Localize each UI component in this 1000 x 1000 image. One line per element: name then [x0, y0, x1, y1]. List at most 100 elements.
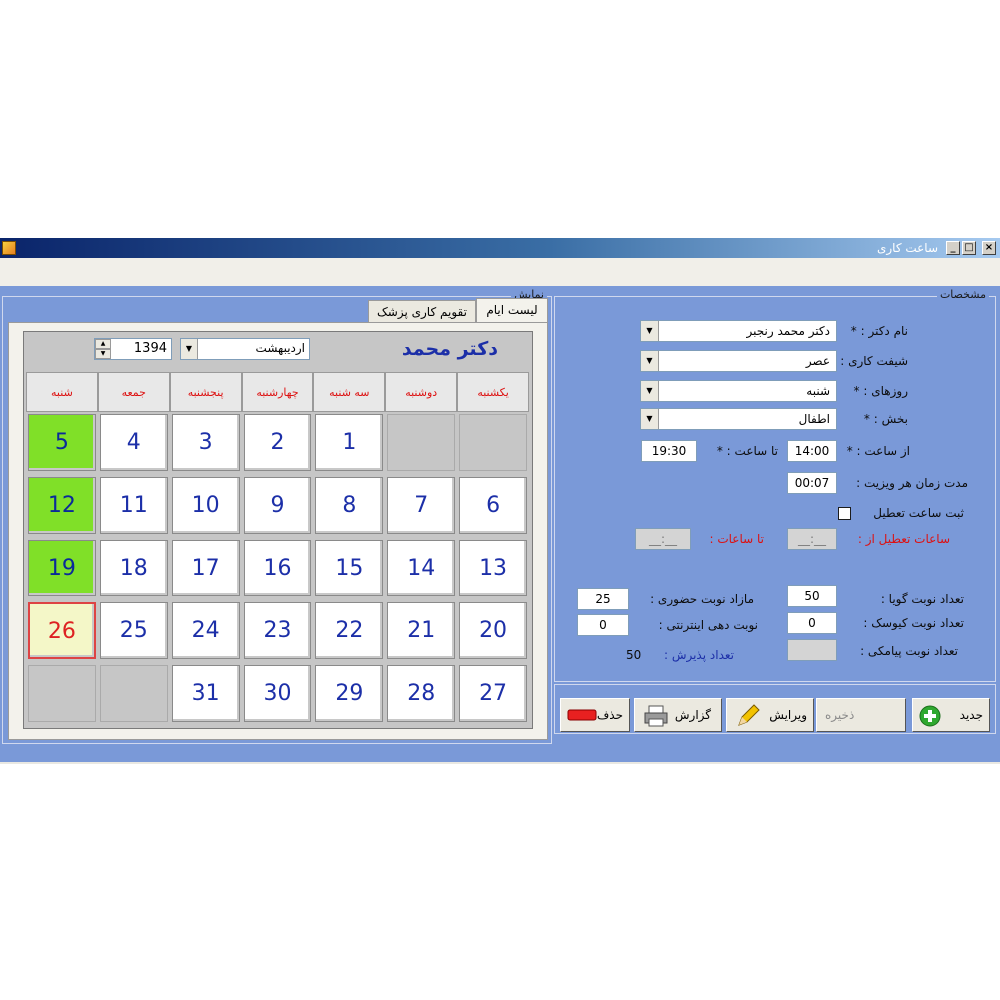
weekday-header: یکشنبه [457, 372, 529, 412]
delete-button[interactable]: حذف [560, 698, 630, 732]
year-spinner[interactable]: ▲ ▼ 1394 [94, 338, 172, 360]
eraser-icon [567, 709, 597, 721]
holiday-to-input[interactable]: __:__ [635, 528, 691, 550]
add-icon [919, 705, 941, 727]
to-time-input[interactable]: 19:30 [641, 440, 697, 462]
calendar-day-cell[interactable]: 27 [459, 665, 527, 722]
weekday-header: چهارشنبه [241, 372, 314, 412]
calendar-day-cell[interactable]: 12 [28, 476, 96, 534]
internet-label: نوبت دهی اینترنتی : [658, 618, 758, 632]
calendar-day-cell[interactable]: 15 [315, 539, 384, 597]
shift-label: شیفت کاری : * [830, 354, 908, 368]
window-title: ساعت کاری [876, 241, 938, 255]
calendar-day-cell[interactable]: 10 [171, 476, 240, 534]
calendar-day-cell[interactable]: 29 [315, 665, 384, 722]
kiosk-count-input[interactable]: 0 [787, 612, 837, 634]
from-time-input[interactable]: 14:00 [787, 440, 837, 462]
calendar-day-cell[interactable]: 2 [243, 414, 312, 471]
pencil-icon [738, 704, 760, 726]
calendar-day-cell[interactable]: 20 [459, 602, 527, 660]
from-time-label: از ساعت : * [846, 444, 910, 458]
kiosk-count-label: تعداد نوبت کیوسک : [863, 616, 964, 630]
calendar-day-cell[interactable]: 1 [315, 414, 384, 471]
chevron-down-icon[interactable]: ▼ [181, 339, 198, 359]
spin-down-icon[interactable]: ▼ [95, 349, 111, 359]
save-button[interactable]: ذخیره [816, 698, 906, 732]
internet-input[interactable]: 0 [577, 614, 629, 636]
calendar-day-cell[interactable]: 16 [243, 539, 312, 597]
talking-count-input[interactable]: 50 [787, 585, 837, 607]
calendar-day-cell[interactable]: 7 [387, 476, 456, 534]
to-time-label: تا ساعت : * [716, 444, 778, 458]
days-select[interactable]: ▼ شنبه [640, 380, 837, 402]
weekday-header: شنبه [26, 372, 98, 412]
calendar-day-cell[interactable]: 18 [99, 539, 168, 597]
month-select[interactable]: ▼ اردیبهشت [180, 338, 310, 360]
doctor-select[interactable]: ▼ دکتر محمد رنجبر [640, 320, 837, 342]
tab-page: دکتر محمد ▼ اردیبهشت ▲ ▼ 1394 یکشنبه دوشن… [8, 322, 548, 740]
inperson-input[interactable]: 25 [577, 588, 629, 610]
weekday-header: پنجشنبه [169, 372, 242, 412]
inperson-label: مازاد نوبت حضوری : [650, 592, 754, 606]
calendar-panel: دکتر محمد ▼ اردیبهشت ▲ ▼ 1394 یکشنبه دوشن… [23, 331, 533, 729]
calendar-day-cell[interactable]: 6 [459, 476, 527, 534]
tab-days-list[interactable]: لیست ایام [476, 298, 548, 323]
calendar-empty-cell [99, 665, 168, 722]
holiday-from-input[interactable]: __:__ [787, 528, 837, 550]
section-select[interactable]: ▼ اطفال [640, 408, 837, 430]
days-label: روزهای : * [853, 384, 908, 398]
doctor-value: دکتر محمد رنجبر [746, 324, 830, 338]
calendar-day-cell[interactable]: 22 [315, 602, 384, 660]
calendar-day-cell[interactable]: 3 [171, 414, 240, 471]
spin-up-icon[interactable]: ▲ [95, 339, 111, 349]
duration-input[interactable]: 00:07 [787, 472, 837, 494]
close-button[interactable]: × [982, 241, 996, 255]
specs-group-legend: مشخصات [936, 288, 989, 301]
report-button[interactable]: گزارش [634, 698, 722, 732]
calendar-day-cell[interactable]: 4 [99, 414, 168, 471]
minimize-button[interactable]: _ [946, 241, 960, 255]
holiday-checkbox[interactable] [838, 507, 851, 520]
calendar-day-cell[interactable]: 23 [243, 602, 312, 660]
maximize-button[interactable]: □ [962, 241, 976, 255]
calendar-day-cell[interactable]: 17 [171, 539, 240, 597]
calendar-day-cell[interactable]: 19 [28, 539, 96, 597]
chevron-down-icon[interactable]: ▼ [641, 381, 659, 401]
month-value: اردیبهشت [255, 341, 305, 355]
chevron-down-icon[interactable]: ▼ [641, 321, 659, 341]
days-value: شنبه [806, 384, 830, 398]
tab-control: لیست ایام تقویم کاری پزشک دکتر محمد ▼ ار… [8, 298, 548, 740]
calendar-day-cell[interactable]: 11 [99, 476, 168, 534]
shift-select[interactable]: ▼ عصر [640, 350, 837, 372]
calendar-day-cell[interactable]: 5 [28, 414, 96, 471]
calendar-day-cell[interactable]: 24 [171, 602, 240, 660]
calendar-day-cell[interactable]: 8 [315, 476, 384, 534]
calendar-day-cell[interactable]: 25 [99, 602, 168, 660]
calendar-day-cell[interactable]: 26 [28, 602, 96, 660]
holiday-to-label: تا ساعات : [709, 532, 765, 546]
tab-doctor-calendar[interactable]: تقویم کاری پزشک [368, 300, 476, 322]
client-area: نمایش لیست ایام تقویم کاری پزشک دکتر محم… [0, 286, 1000, 762]
edit-button[interactable]: ویرایش [726, 698, 814, 732]
calendar-day-cell[interactable]: 28 [387, 665, 456, 722]
calendar-day-cell[interactable]: 31 [171, 665, 240, 722]
sms-count-input[interactable] [787, 639, 837, 661]
calendar-day-cell[interactable]: 21 [387, 602, 456, 660]
holiday-from-label: ساعات تعطیل از : [857, 532, 950, 546]
menu-bar [0, 258, 1000, 286]
weekday-header: سه شنبه [313, 372, 386, 412]
duration-label: مدت زمان هر ویزیت : [856, 476, 968, 490]
printer-icon [644, 705, 668, 727]
calendar-day-cell[interactable]: 14 [387, 539, 456, 597]
calendar-empty-cell [28, 665, 96, 722]
app-window: ساعت کاری _ □ × نمایش لیست ایام تقویم کا… [0, 238, 1000, 764]
calendar-doctor-title: دکتر محمد [401, 338, 498, 360]
calendar-day-cell[interactable]: 9 [243, 476, 312, 534]
calendar-day-cell[interactable]: 13 [459, 539, 527, 597]
new-button[interactable]: جدید [912, 698, 990, 732]
chevron-down-icon[interactable]: ▼ [641, 409, 659, 429]
chevron-down-icon[interactable]: ▼ [641, 351, 659, 371]
calendar-day-cell[interactable]: 30 [243, 665, 312, 722]
talking-count-label: تعداد نوبت گویا : [880, 592, 964, 606]
year-value: 1394 [133, 341, 167, 356]
